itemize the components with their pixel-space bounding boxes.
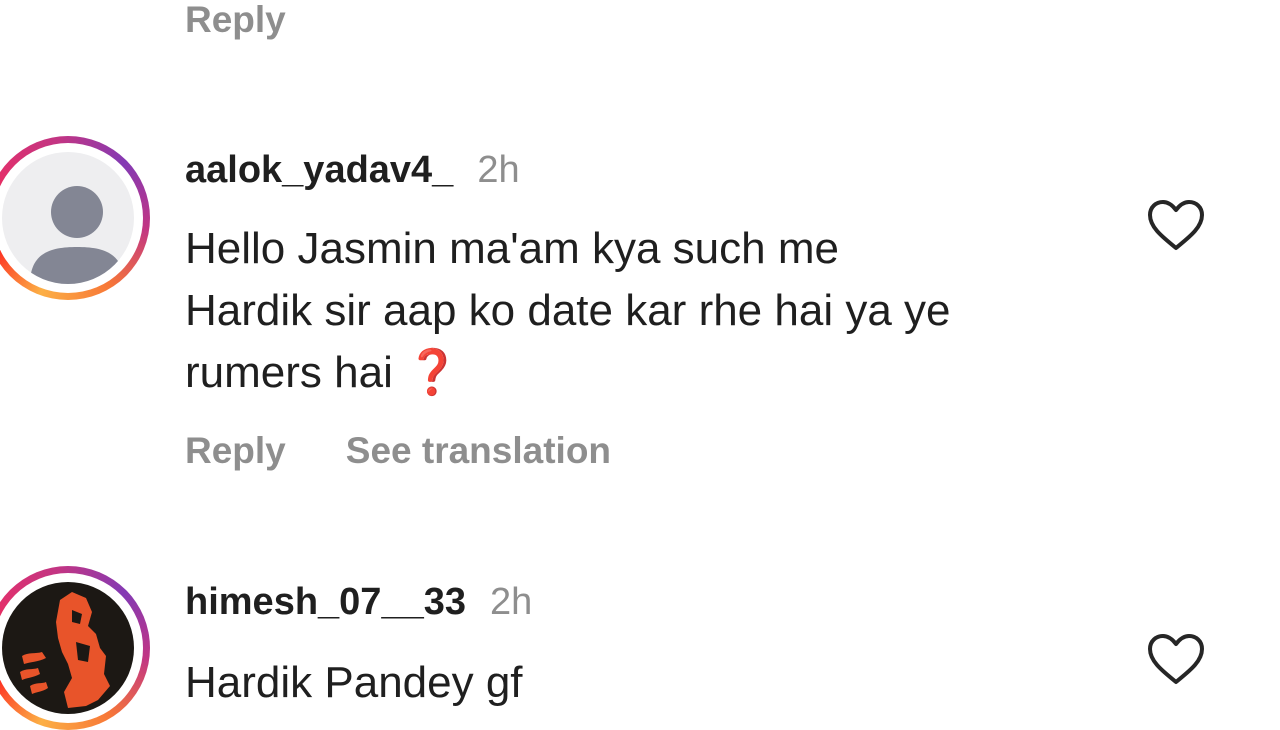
comment-actions: Reply See translation (185, 430, 611, 472)
comment-line-text: rumers hai (185, 348, 393, 397)
profile-photo (2, 582, 134, 714)
profile-artwork-icon (20, 592, 110, 708)
comment-line: Hardik Pandey gf (185, 658, 523, 707)
comment-text: Hello Jasmin ma'am kya such me Hardik si… (185, 218, 1115, 404)
username-link[interactable]: himesh_07__33 (185, 581, 466, 623)
comment-line: Hardik sir aap ko date kar rhe hai ya ye (185, 286, 951, 335)
reply-button[interactable]: Reply (185, 430, 286, 471)
comment-line: Hello Jasmin ma'am kya such me (185, 224, 839, 273)
avatar-story-ring[interactable] (0, 566, 150, 730)
default-avatar-icon (2, 152, 134, 284)
username-link[interactable]: aalok_yadav4_ (185, 149, 453, 191)
reply-button[interactable]: Reply (185, 0, 286, 40)
avatar (0, 573, 143, 723)
timestamp: 2h (477, 149, 520, 191)
avatar (0, 143, 143, 293)
person-silhouette-icon (30, 186, 124, 284)
timestamp: 2h (489, 581, 533, 623)
heart-icon[interactable] (1146, 632, 1206, 686)
question-mark-emoji: ❓ (405, 348, 460, 397)
comment-header: himesh_07__33 2h (185, 580, 532, 624)
see-translation-button[interactable]: See translation (346, 430, 611, 471)
heart-icon[interactable] (1146, 198, 1206, 252)
avatar-story-ring[interactable] (0, 136, 150, 300)
comment-header: aalok_yadav4_ 2h (185, 148, 520, 192)
comment-text: Hardik Pandey gf (185, 652, 1115, 714)
comment-line: rumers hai ❓ (185, 342, 1115, 404)
